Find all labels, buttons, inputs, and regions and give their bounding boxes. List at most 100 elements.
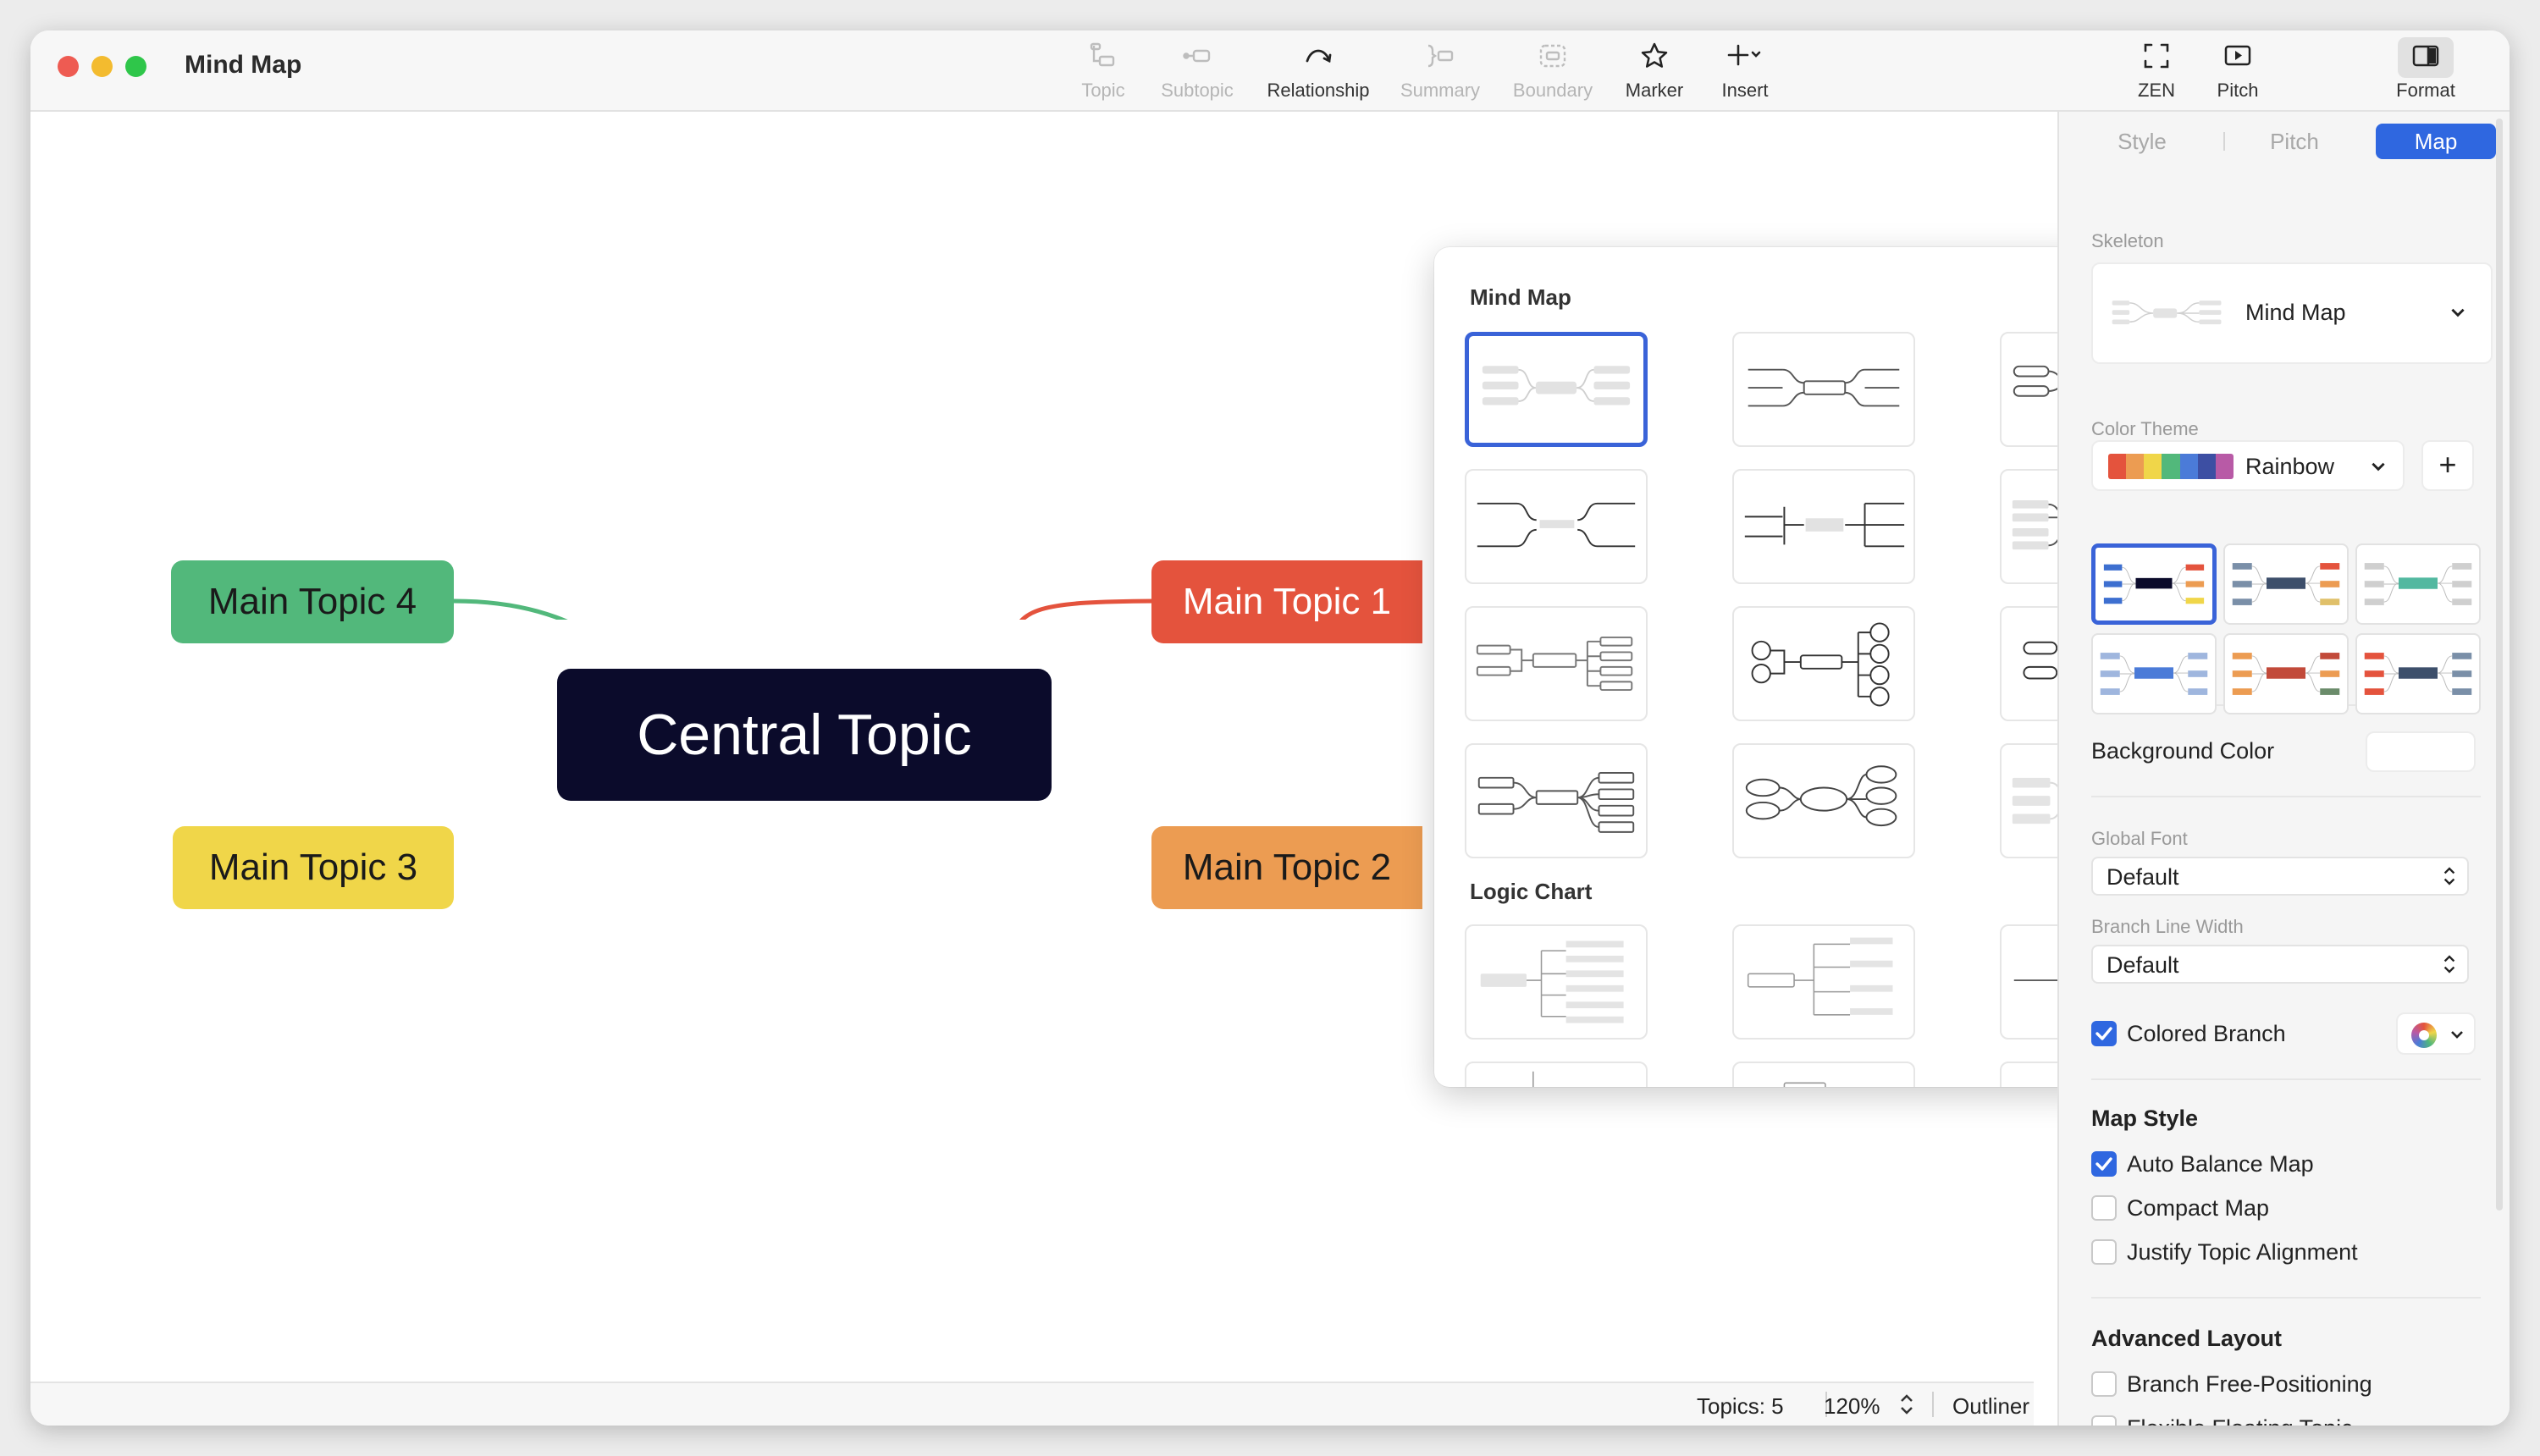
skeleton-preview [1744, 502, 1905, 548]
color-theme-value: Rainbow [2245, 454, 2335, 479]
theme-preview [2103, 564, 2205, 604]
branch-line-width-value: Default [2107, 952, 2179, 978]
pitch-button[interactable]: Pitch [2174, 36, 2301, 108]
auto-balance-map-label: Auto Balance Map [2127, 1151, 2314, 1177]
color-theme-option[interactable] [2223, 543, 2349, 625]
central-topic[interactable]: Central Topic [557, 669, 1052, 801]
relationship-button[interactable]: Relationship [1255, 36, 1382, 108]
tab-pitch[interactable]: Pitch [2227, 124, 2362, 159]
mind-map-skeleton-option[interactable] [1465, 606, 1648, 721]
branch-lines [453, 598, 1156, 620]
logic-chart-skeleton-option[interactable] [1465, 924, 1648, 1040]
global-font-select[interactable]: Default [2091, 857, 2469, 896]
summary-label: Summary [1400, 80, 1481, 101]
branch-line-width-label: Branch Line Width [2091, 916, 2244, 937]
boundary-label: Boundary [1512, 80, 1593, 101]
summary-button[interactable]: Summary [1377, 36, 1504, 108]
zoom-stepper-icon[interactable] [1898, 1392, 1915, 1417]
chevron-down-icon [2372, 462, 2385, 472]
skeleton-preview [1783, 1082, 1826, 1087]
close-window-button[interactable] [58, 56, 79, 77]
theme-preview [2364, 653, 2472, 695]
main-topic-2-label: Main Topic 2 [1182, 847, 1392, 888]
topic-count: Topics: 5 [1697, 1393, 1784, 1419]
theme-preview [2364, 563, 2472, 605]
status-bar: Topics: 5 120% Outliner [30, 1382, 2034, 1426]
logic-chart-skeleton-option[interactable] [1465, 1062, 1648, 1087]
boundary-icon [1539, 44, 1566, 68]
flexible-floating-topic-checkbox[interactable] [2091, 1415, 2117, 1426]
color-theme-option[interactable] [2091, 633, 2217, 714]
add-color-theme-button[interactable]: + [2421, 440, 2474, 491]
topic-icon [1090, 42, 1115, 67]
window-title: Mind Map [185, 51, 302, 79]
panel-scrollbar[interactable] [2496, 119, 2503, 1211]
background-color-well[interactable] [2366, 731, 2476, 772]
color-theme-option[interactable] [2355, 543, 2481, 625]
mind-map-skeleton-option[interactable] [1465, 332, 1648, 447]
zoom-window-button[interactable] [125, 56, 146, 77]
color-theme-dropdown[interactable]: Rainbow [2091, 440, 2405, 491]
global-font-value: Default [2107, 864, 2179, 890]
insert-button[interactable]: Insert [1681, 36, 1808, 108]
skeleton-preview [1477, 502, 1636, 548]
logic-chart-skeleton-option[interactable] [1732, 924, 1915, 1040]
logic-chart-skeleton-option[interactable] [1732, 1062, 1915, 1087]
mind-map-skeleton-option[interactable] [1732, 606, 1915, 721]
color-theme-option[interactable] [2355, 633, 2481, 714]
branch-color-picker[interactable] [2396, 1012, 2476, 1055]
format-label: Format [2396, 80, 2455, 101]
tab-map[interactable]: Map [2376, 124, 2496, 159]
chevron-down-icon [2451, 1031, 2463, 1039]
format-panel: Style Pitch Map Skeleton Mind Map Color … [2057, 112, 2510, 1426]
logic-chart-section-title: Logic Chart [1470, 879, 1593, 904]
justify-topic-alignment-label: Justify Topic Alignment [2127, 1239, 2358, 1265]
main-topic-1[interactable]: Main Topic 1 [1151, 560, 1422, 643]
marker-label: Marker [1625, 80, 1684, 101]
color-theme-option[interactable] [2223, 633, 2349, 714]
skeleton-preview [1532, 1071, 1534, 1087]
outliner-button[interactable]: Outliner [1952, 1393, 2029, 1420]
skeleton-preview [1748, 368, 1900, 407]
main-topic-3[interactable]: Main Topic 3 [173, 826, 454, 909]
minimize-window-button[interactable] [91, 56, 113, 77]
title-bar: Mind Map Topic Subtopic Relationship Sum… [30, 30, 2510, 112]
colored-branch-checkbox[interactable] [2091, 1021, 2117, 1046]
fullscreen-icon [2144, 43, 2169, 69]
insert-label: Insert [1721, 80, 1769, 101]
justify-topic-alignment-checkbox[interactable] [2091, 1239, 2117, 1265]
updown-chevron-icon [2443, 955, 2455, 973]
skeleton-preview [1477, 772, 1635, 833]
format-tabs: Style Pitch Map [2074, 124, 2496, 159]
skeleton-dropdown[interactable]: Mind Map [2091, 262, 2493, 364]
format-button[interactable]: Format [2377, 36, 2475, 108]
mind-map-skeleton-option[interactable] [1732, 469, 1915, 584]
subtopic-label: Subtopic [1161, 80, 1234, 101]
skeleton-preview [1745, 765, 1897, 827]
theme-preview [2232, 563, 2340, 605]
swatch-stripe [2144, 454, 2162, 479]
swatch-stripe [2108, 454, 2127, 479]
branch-free-positioning-label: Branch Free-Positioning [2127, 1371, 2372, 1397]
mind-map-section-title: Mind Map [1470, 284, 1571, 310]
main-topic-4[interactable]: Main Topic 4 [171, 560, 454, 643]
advanced-layout-title: Advanced Layout [2091, 1326, 2283, 1351]
zoom-level[interactable]: 120% [1824, 1393, 1880, 1420]
mind-map-skeleton-option[interactable] [1465, 469, 1648, 584]
updown-chevron-icon [2443, 867, 2455, 885]
main-topic-3-label: Main Topic 3 [208, 847, 418, 888]
auto-balance-map-checkbox[interactable] [2091, 1151, 2117, 1177]
branch-free-positioning-checkbox[interactable] [2091, 1371, 2117, 1397]
main-topic-1-label: Main Topic 1 [1182, 581, 1392, 622]
mind-map-skeleton-option[interactable] [1465, 743, 1648, 858]
tab-style[interactable]: Style [2074, 124, 2210, 159]
compact-map-label: Compact Map [2127, 1195, 2270, 1221]
branch-line-width-select[interactable]: Default [2091, 945, 2469, 984]
main-topic-2[interactable]: Main Topic 2 [1151, 826, 1422, 909]
mind-map-skeleton-option[interactable] [1732, 743, 1915, 858]
color-theme-option[interactable] [2091, 543, 2217, 625]
plus-chevron-icon [1727, 44, 1761, 66]
subtopic-button[interactable]: Subtopic [1134, 36, 1261, 108]
mind-map-skeleton-option[interactable] [1732, 332, 1915, 447]
compact-map-checkbox[interactable] [2091, 1195, 2117, 1221]
